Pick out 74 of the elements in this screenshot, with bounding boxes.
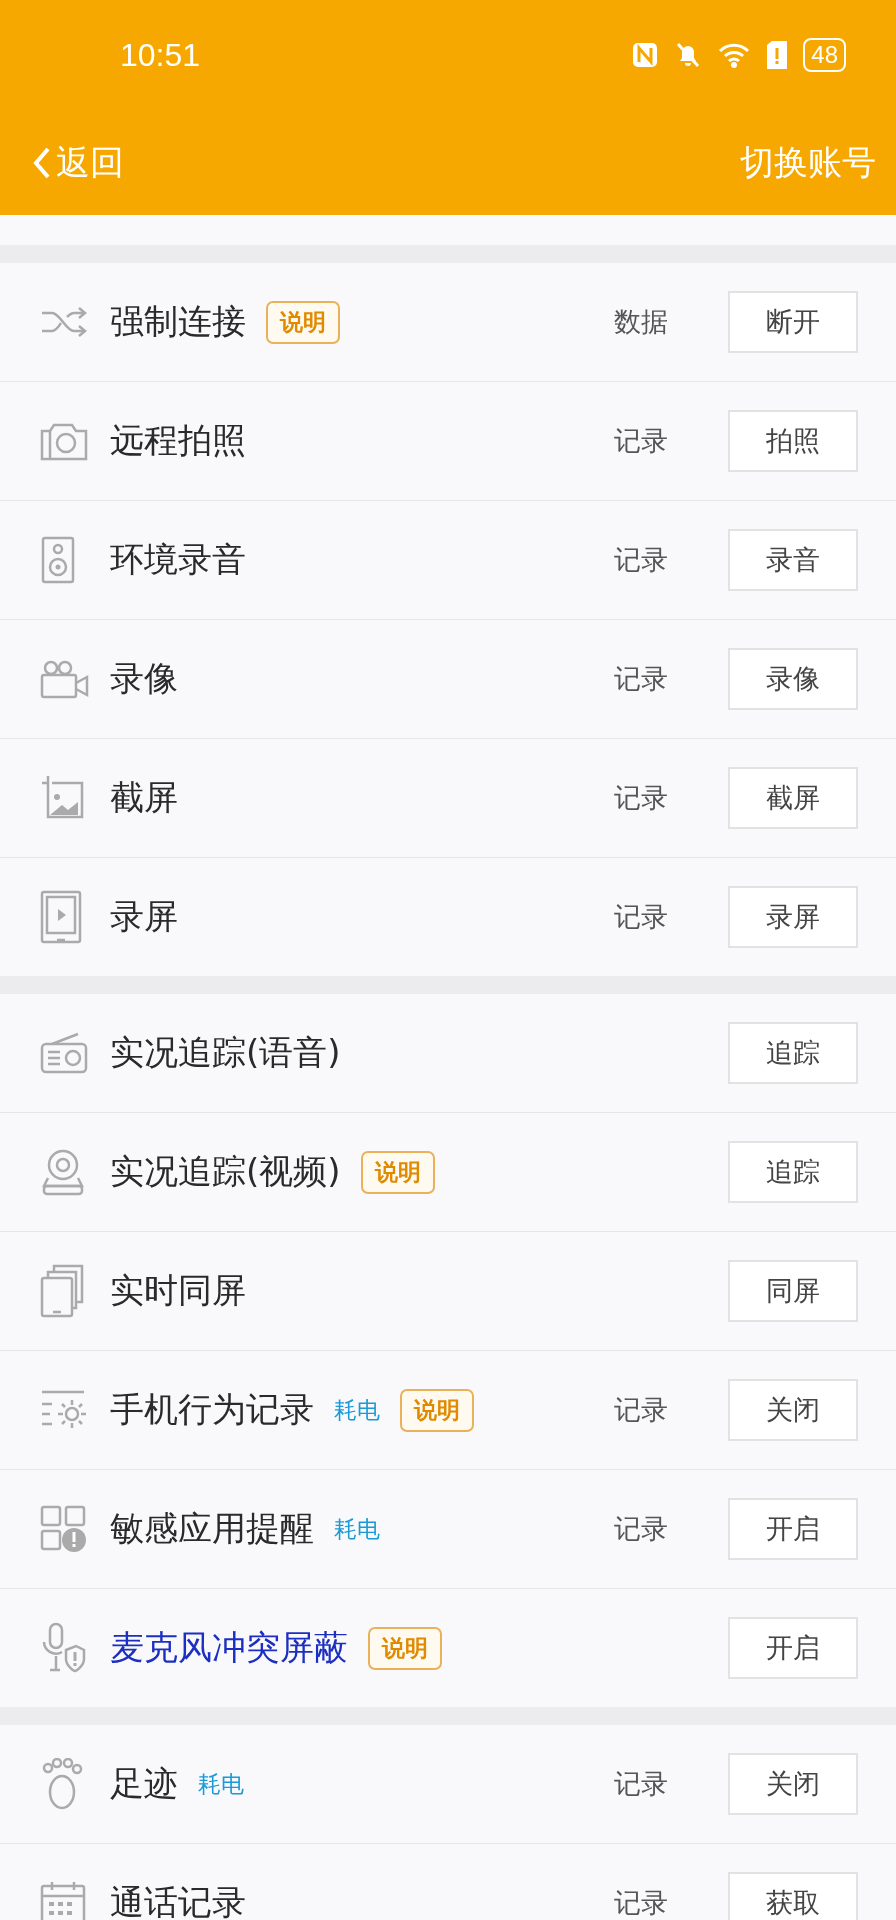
feature-row[interactable]: 实时同屏 同屏 [0,1232,896,1351]
feature-row[interactable]: 通话记录 记录 获取 [0,1844,896,1920]
action-button[interactable]: 追踪 [728,1022,858,1084]
feature-title: 足迹 [110,1762,178,1805]
feature-title: 实况追踪(视频) [110,1150,341,1193]
record-link[interactable]: 记录 [614,1885,668,1920]
record-link[interactable]: 记录 [614,899,668,935]
action-button[interactable]: 开启 [728,1617,858,1679]
webcam-icon [40,1148,86,1196]
action-button[interactable]: 开启 [728,1498,858,1560]
microphone-shield-icon [40,1622,86,1674]
feature-row[interactable]: 敏感应用提醒 耗电 记录 开启 [0,1470,896,1589]
action-button[interactable]: 断开 [728,291,858,353]
power-usage-label: 耗电 [334,1514,380,1544]
power-usage-label: 耗电 [334,1395,380,1425]
feature-title: 麦克风冲突屏蔽 [110,1626,348,1669]
feature-title: 实时同屏 [110,1269,246,1312]
feature-title: 录屏 [110,895,178,938]
paw-print-icon [40,1758,84,1810]
feature-row[interactable]: 录屏 记录 录屏 [0,858,896,976]
action-button[interactable]: 截屏 [728,767,858,829]
feature-row[interactable]: 强制连接 说明 数据 断开 [0,263,896,382]
feature-row[interactable]: 环境录音 记录 录音 [0,501,896,620]
record-link[interactable]: 记录 [614,1511,668,1547]
action-button[interactable]: 录音 [728,529,858,591]
shuffle-icon [40,305,88,339]
action-button[interactable]: 录像 [728,648,858,710]
action-button[interactable]: 关闭 [728,1753,858,1815]
chevron-left-icon [32,145,52,180]
feature-row[interactable]: 麦克风冲突屏蔽 说明 开启 [0,1589,896,1707]
feature-row[interactable]: 实况追踪(视频) 说明 追踪 [0,1113,896,1232]
feature-title: 手机行为记录 [110,1388,314,1431]
tablets-icon [40,1264,84,1318]
feature-row[interactable]: 录像 记录 录像 [0,620,896,739]
record-link[interactable]: 记录 [614,423,668,459]
record-link[interactable]: 记录 [614,780,668,816]
speaker-icon [40,536,76,584]
feature-row[interactable]: 远程拍照 记录 拍照 [0,382,896,501]
video-camera-icon [40,659,90,699]
feature-title: 敏感应用提醒 [110,1507,314,1550]
record-link[interactable]: 数据 [614,304,668,340]
image-icon [40,775,84,821]
nfc-icon [631,41,660,69]
action-button[interactable]: 拍照 [728,410,858,472]
feature-title: 截屏 [110,776,178,819]
action-button[interactable]: 录屏 [728,886,858,948]
feature-title: 录像 [110,657,178,700]
feature-title: 实况追踪(语音) [110,1031,341,1074]
camera-icon [40,421,88,461]
feature-title: 强制连接 [110,300,246,343]
record-link[interactable]: 记录 [614,661,668,697]
record-link[interactable]: 记录 [614,542,668,578]
wifi-icon [717,41,752,69]
feature-row[interactable]: 手机行为记录 耗电 说明 记录 关闭 [0,1351,896,1470]
action-button[interactable]: 关闭 [728,1379,858,1441]
record-link[interactable]: 记录 [614,1766,668,1802]
action-button[interactable]: 获取 [728,1872,858,1920]
feature-row[interactable]: 足迹 耗电 记录 关闭 [0,1725,896,1844]
feature-row[interactable]: 截屏 记录 截屏 [0,739,896,858]
calendar-icon [40,1880,86,1920]
tablet-play-icon [40,890,82,944]
feature-title: 环境录音 [110,538,246,581]
sim-alert-icon [765,40,790,70]
power-usage-label: 耗电 [198,1769,244,1799]
feature-title: 远程拍照 [110,419,246,462]
action-button[interactable]: 同屏 [728,1260,858,1322]
status-time: 10:51 [120,36,201,74]
radio-icon [40,1032,88,1074]
feature-row[interactable]: 实况追踪(语音) 追踪 [0,994,896,1113]
feature-title: 通话记录 [110,1881,246,1920]
apps-alert-icon [40,1505,88,1553]
battery-icon: 48 [803,38,846,72]
record-link[interactable]: 记录 [614,1392,668,1428]
action-button[interactable]: 追踪 [728,1141,858,1203]
